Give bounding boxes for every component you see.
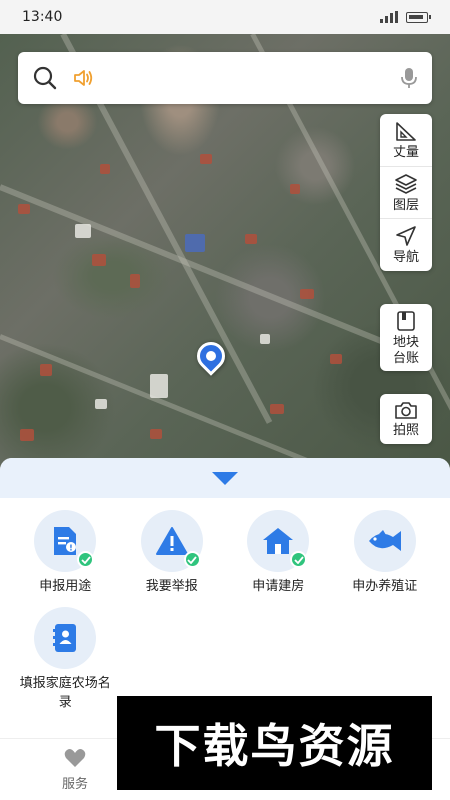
fish-icon	[365, 528, 405, 554]
watermark: 下载鸟资源	[117, 696, 432, 790]
warning-icon	[155, 526, 189, 556]
service-icon-circle	[34, 606, 97, 669]
service-breeding-license[interactable]: 申办养殖证	[332, 510, 439, 597]
service-family-farm[interactable]: 填报家庭农场名录	[12, 606, 119, 713]
heart-icon	[63, 747, 87, 769]
service-report[interactable]: 我要举报	[119, 510, 226, 597]
collapse-arrow-icon	[212, 471, 238, 485]
search-icon[interactable]	[32, 65, 58, 91]
service-label: 申请建房	[252, 579, 305, 594]
photo-label: 拍照	[392, 423, 419, 438]
land-ledger-group: 地块 台账	[380, 304, 432, 372]
photo-button[interactable]: 拍照	[380, 394, 432, 444]
camera-icon	[394, 400, 418, 420]
ledger-icon	[396, 310, 416, 332]
tool-measure-label: 丈量	[392, 145, 419, 160]
navigation-icon	[395, 225, 417, 247]
home-icon	[261, 526, 295, 556]
svg-text:!: !	[69, 544, 73, 553]
service-icon-circle	[140, 510, 203, 572]
document-icon: !	[51, 525, 79, 557]
status-icons	[380, 11, 431, 23]
photo-group: 拍照	[380, 394, 432, 444]
status-bar: 13:40	[0, 0, 450, 34]
service-apply-building[interactable]: 申请建房	[225, 510, 332, 597]
search-bar[interactable]	[18, 52, 432, 104]
service-declare-usage[interactable]: ! 申报用途	[12, 510, 119, 597]
check-badge-icon	[77, 551, 95, 568]
land-ledger-button[interactable]: 地块 台账	[380, 304, 432, 371]
service-icon-circle	[247, 510, 310, 572]
contacts-book-icon	[51, 622, 79, 654]
tool-navigation-label: 导航	[392, 250, 419, 266]
map-blue-building	[185, 234, 205, 252]
land-ledger-label-line1: 地块	[392, 335, 419, 350]
tool-measure-button[interactable]: 丈量	[380, 114, 432, 166]
service-icon-circle	[353, 510, 416, 572]
service-grid: ! 申报用途 我要举报 申请建房 申办养殖证 填报家庭农场名录	[0, 498, 450, 713]
signal-icon	[380, 11, 398, 23]
status-time: 13:40	[22, 9, 63, 25]
service-label: 我要举报	[145, 579, 198, 594]
tool-layers-button[interactable]: 图层	[380, 165, 432, 219]
service-icon-circle: !	[34, 510, 97, 572]
tool-layers-label: 图层	[392, 197, 419, 213]
service-label: 填报家庭农场名录	[19, 675, 111, 710]
tool-navigation-button[interactable]: 导航	[380, 218, 432, 271]
microphone-icon[interactable]	[400, 66, 418, 90]
search-input[interactable]	[102, 69, 400, 87]
watermark-text: 下载鸟资源	[154, 719, 395, 773]
check-badge-icon	[290, 551, 308, 568]
nav-label-service: 服务	[61, 777, 88, 792]
check-badge-icon	[183, 551, 201, 568]
service-label: 申报用途	[39, 579, 92, 594]
ruler-icon	[394, 120, 418, 142]
land-ledger-label-line2: 台账	[392, 350, 419, 366]
service-label: 申办养殖证	[352, 579, 418, 594]
battery-icon	[406, 11, 431, 23]
map-tool-group: 丈量 图层 导航	[380, 114, 432, 271]
speaker-icon[interactable]	[72, 68, 94, 88]
layers-icon	[394, 173, 418, 195]
panel-collapse-handle[interactable]	[0, 458, 450, 498]
